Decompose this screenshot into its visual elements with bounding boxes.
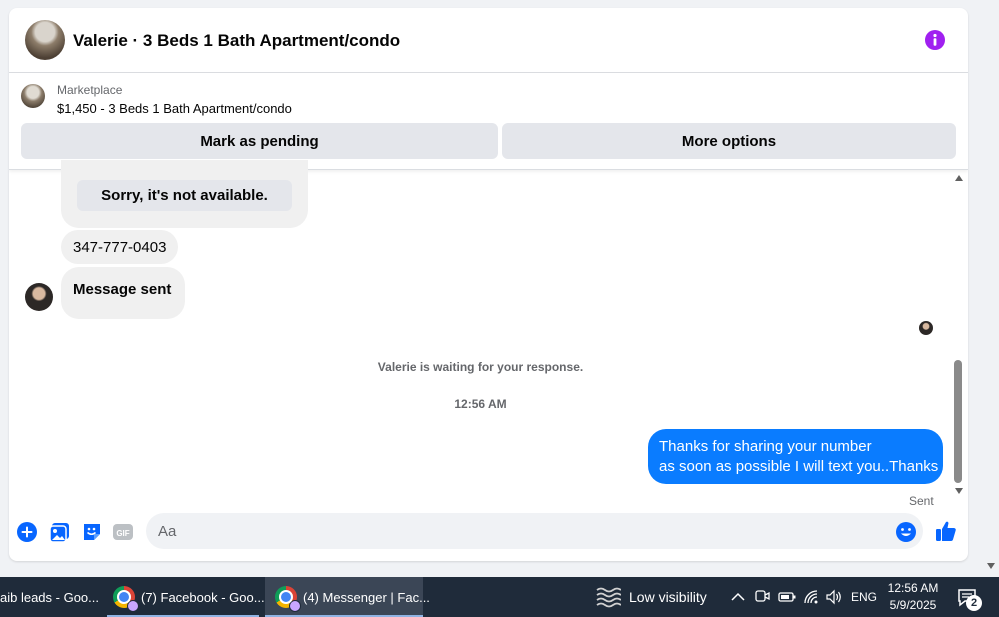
plus-icon[interactable] (16, 521, 38, 543)
incoming-status-message[interactable]: Message sent (61, 267, 186, 319)
scrollbar-thumb[interactable] (954, 360, 962, 483)
windows-taskbar: aib leads - Goo... (7) Facebook - Goo...… (0, 577, 999, 617)
waiting-notice: Valerie is waiting for your response. (377, 360, 584, 374)
scroll-up-arrow-icon[interactable] (955, 175, 963, 181)
emoji-icon[interactable] (895, 521, 917, 543)
gif-icon[interactable]: GIF (112, 521, 134, 543)
mark-as-pending-button[interactable]: Mark as pending (21, 123, 498, 159)
gif-label: GIF (116, 529, 129, 538)
clock-date: 5/9/2025 (889, 598, 937, 612)
scroll-down-arrow-icon[interactable] (955, 488, 963, 494)
chrome-icon (113, 586, 138, 611)
weather-text: Low visibility (629, 589, 707, 605)
photo-icon[interactable] (49, 521, 71, 543)
chrome-icon (275, 586, 300, 611)
speaker-icon[interactable] (825, 589, 843, 605)
taskbar-item-facebook[interactable]: (7) Facebook - Goo... (107, 577, 265, 617)
outgoing-message-line: Thanks for sharing your number (659, 438, 872, 455)
message-input[interactable] (146, 513, 923, 549)
battery-icon[interactable] (778, 590, 796, 604)
language-indicator[interactable]: ENG (851, 577, 877, 617)
incoming-card-message: Sorry, it's not available. (61, 160, 308, 228)
thumbs-up-icon[interactable] (934, 519, 958, 543)
incoming-phone-message[interactable]: 347-777-0403 (61, 230, 179, 264)
marketplace-listing-bar: Marketplace $1,450 - 3 Beds 1 Bath Apart… (9, 73, 968, 170)
taskbar-item-label: (7) Facebook - Goo... (141, 589, 265, 605)
more-options-button[interactable]: More options (502, 123, 956, 159)
listing-summary[interactable]: $1,450 - 3 Beds 1 Bath Apartment/condo (57, 101, 292, 116)
message-timestamp: 12:56 AM (454, 397, 507, 411)
conversation-header: Valerie · 3 Beds 1 Bath Apartment/condo (9, 8, 968, 73)
weather-widget[interactable]: Low visibility (595, 577, 707, 617)
seen-receipt-avatar (919, 321, 933, 335)
meet-now-icon[interactable] (754, 588, 770, 606)
profile-badge-icon (128, 601, 138, 611)
conversation-title[interactable]: Valerie · 3 Beds 1 Bath Apartment/condo (73, 31, 400, 51)
outgoing-message[interactable]: Thanks for sharing your number as soon a… (648, 429, 943, 484)
listing-thumbnail[interactable] (21, 84, 45, 108)
taskbar-item-messenger[interactable]: (4) Messenger | Fac... (265, 577, 430, 617)
page-scroll-down-arrow-icon[interactable] (987, 563, 995, 569)
clock-time: 12:56 AM (887, 581, 939, 595)
system-clock[interactable]: 12:56 AM 5/9/2025 (878, 580, 948, 614)
fog-icon (596, 587, 621, 608)
message-thread: Sorry, it's not available. 347-777-0403 … (9, 160, 968, 510)
taskbar-item-label: (4) Messenger | Fac... (303, 589, 430, 605)
quick-reply-chip[interactable]: Sorry, it's not available. (77, 180, 292, 211)
taskbar-item-aib-leads[interactable]: aib leads - Goo... (0, 577, 99, 617)
chevron-up-icon[interactable] (731, 591, 745, 603)
listing-source: Marketplace (57, 83, 123, 97)
notification-count-badge: 2 (966, 595, 982, 611)
sender-avatar[interactable] (25, 283, 53, 311)
contact-avatar[interactable] (25, 20, 65, 60)
delivery-status: Sent (909, 494, 934, 508)
profile-badge-icon (290, 601, 300, 611)
taskbar-item-label: aib leads - Goo... (0, 589, 99, 605)
sticker-icon[interactable] (81, 521, 103, 543)
chat-window: Valerie · 3 Beds 1 Bath Apartment/condo … (9, 8, 968, 561)
wifi-icon[interactable] (803, 589, 819, 605)
info-icon[interactable] (924, 29, 946, 51)
outgoing-message-line: as soon as possible I will text you..Tha… (659, 458, 939, 475)
message-composer: GIF (9, 513, 968, 553)
